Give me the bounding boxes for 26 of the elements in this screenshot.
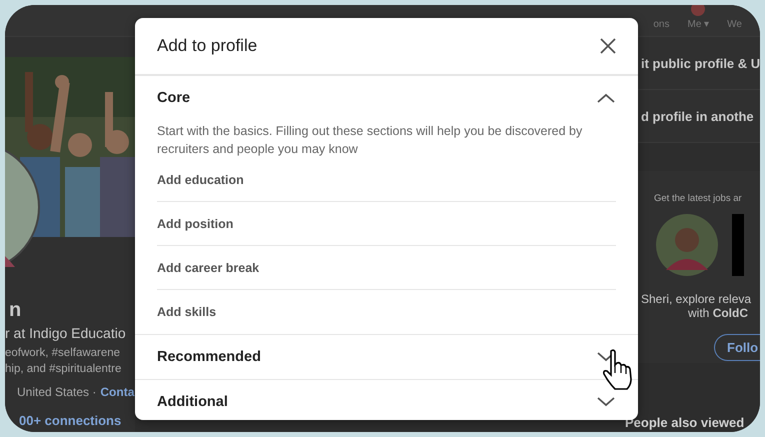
avatar: [656, 214, 718, 276]
close-icon[interactable]: [598, 36, 618, 56]
add-section-item[interactable]: Add position: [157, 202, 616, 246]
location-text: United States ·: [17, 385, 96, 399]
ad-message: with ColdC: [687, 306, 748, 320]
hashtags-text: hip, and #spiritualentre: [5, 362, 122, 377]
section-title[interactable]: Additional: [157, 394, 228, 410]
logo-icon: [732, 214, 744, 276]
contact-link[interactable]: Conta: [100, 385, 134, 399]
chevron-down-icon[interactable]: [596, 396, 616, 408]
follow-button[interactable]: Follo: [714, 334, 760, 361]
hand-cursor-icon: [601, 349, 635, 391]
chevron-up-icon[interactable]: [596, 92, 616, 104]
hashtags-text: eofwork, #selfawarene: [5, 346, 122, 361]
connections-link[interactable]: 00+ connections: [5, 413, 135, 428]
add-section-item[interactable]: Add skills: [157, 290, 616, 334]
ad-tagline: Get the latest jobs ar: [653, 193, 742, 204]
section-title[interactable]: Recommended: [157, 349, 261, 365]
add-section-item[interactable]: Add education: [157, 158, 616, 202]
dialog-title: Add to profile: [157, 36, 258, 56]
add-section-item[interactable]: Add career break: [157, 246, 616, 290]
ad-message: Sheri, explore releva: [640, 292, 752, 306]
section-description: Start with the basics. Filling out these sections will help you be discovered by recruiters and people you may know: [156, 123, 584, 158]
profile-name: n: [8, 299, 22, 321]
profile-headline: r at Indigo Educatio: [5, 325, 127, 341]
section-title[interactable]: Core: [157, 90, 190, 106]
